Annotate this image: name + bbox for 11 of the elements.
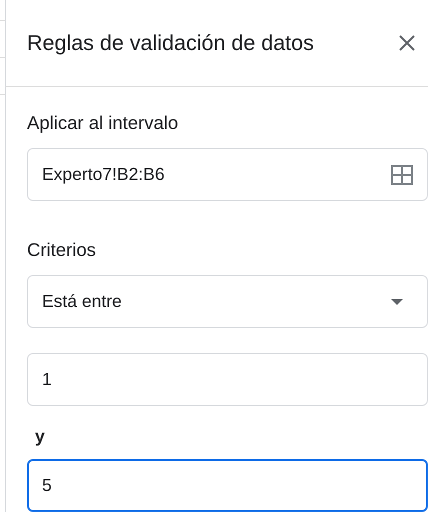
criteria-dropdown[interactable]: Está entre	[27, 275, 428, 328]
range-value: Experto7!B2:B6	[42, 164, 165, 185]
section-label: Criterios	[27, 239, 97, 261]
input-field[interactable]: 5	[27, 459, 428, 512]
panel-title: Reglas de validación de datos	[27, 30, 314, 56]
section-label: Aplicar al intervalo	[27, 112, 180, 134]
input-field[interactable]: 1	[27, 353, 428, 406]
range-field[interactable]: Experto7!B2:B6	[27, 148, 428, 201]
grid-icon[interactable]	[391, 164, 413, 184]
joiner-label: y	[35, 426, 46, 447]
caret-icon	[391, 298, 403, 304]
